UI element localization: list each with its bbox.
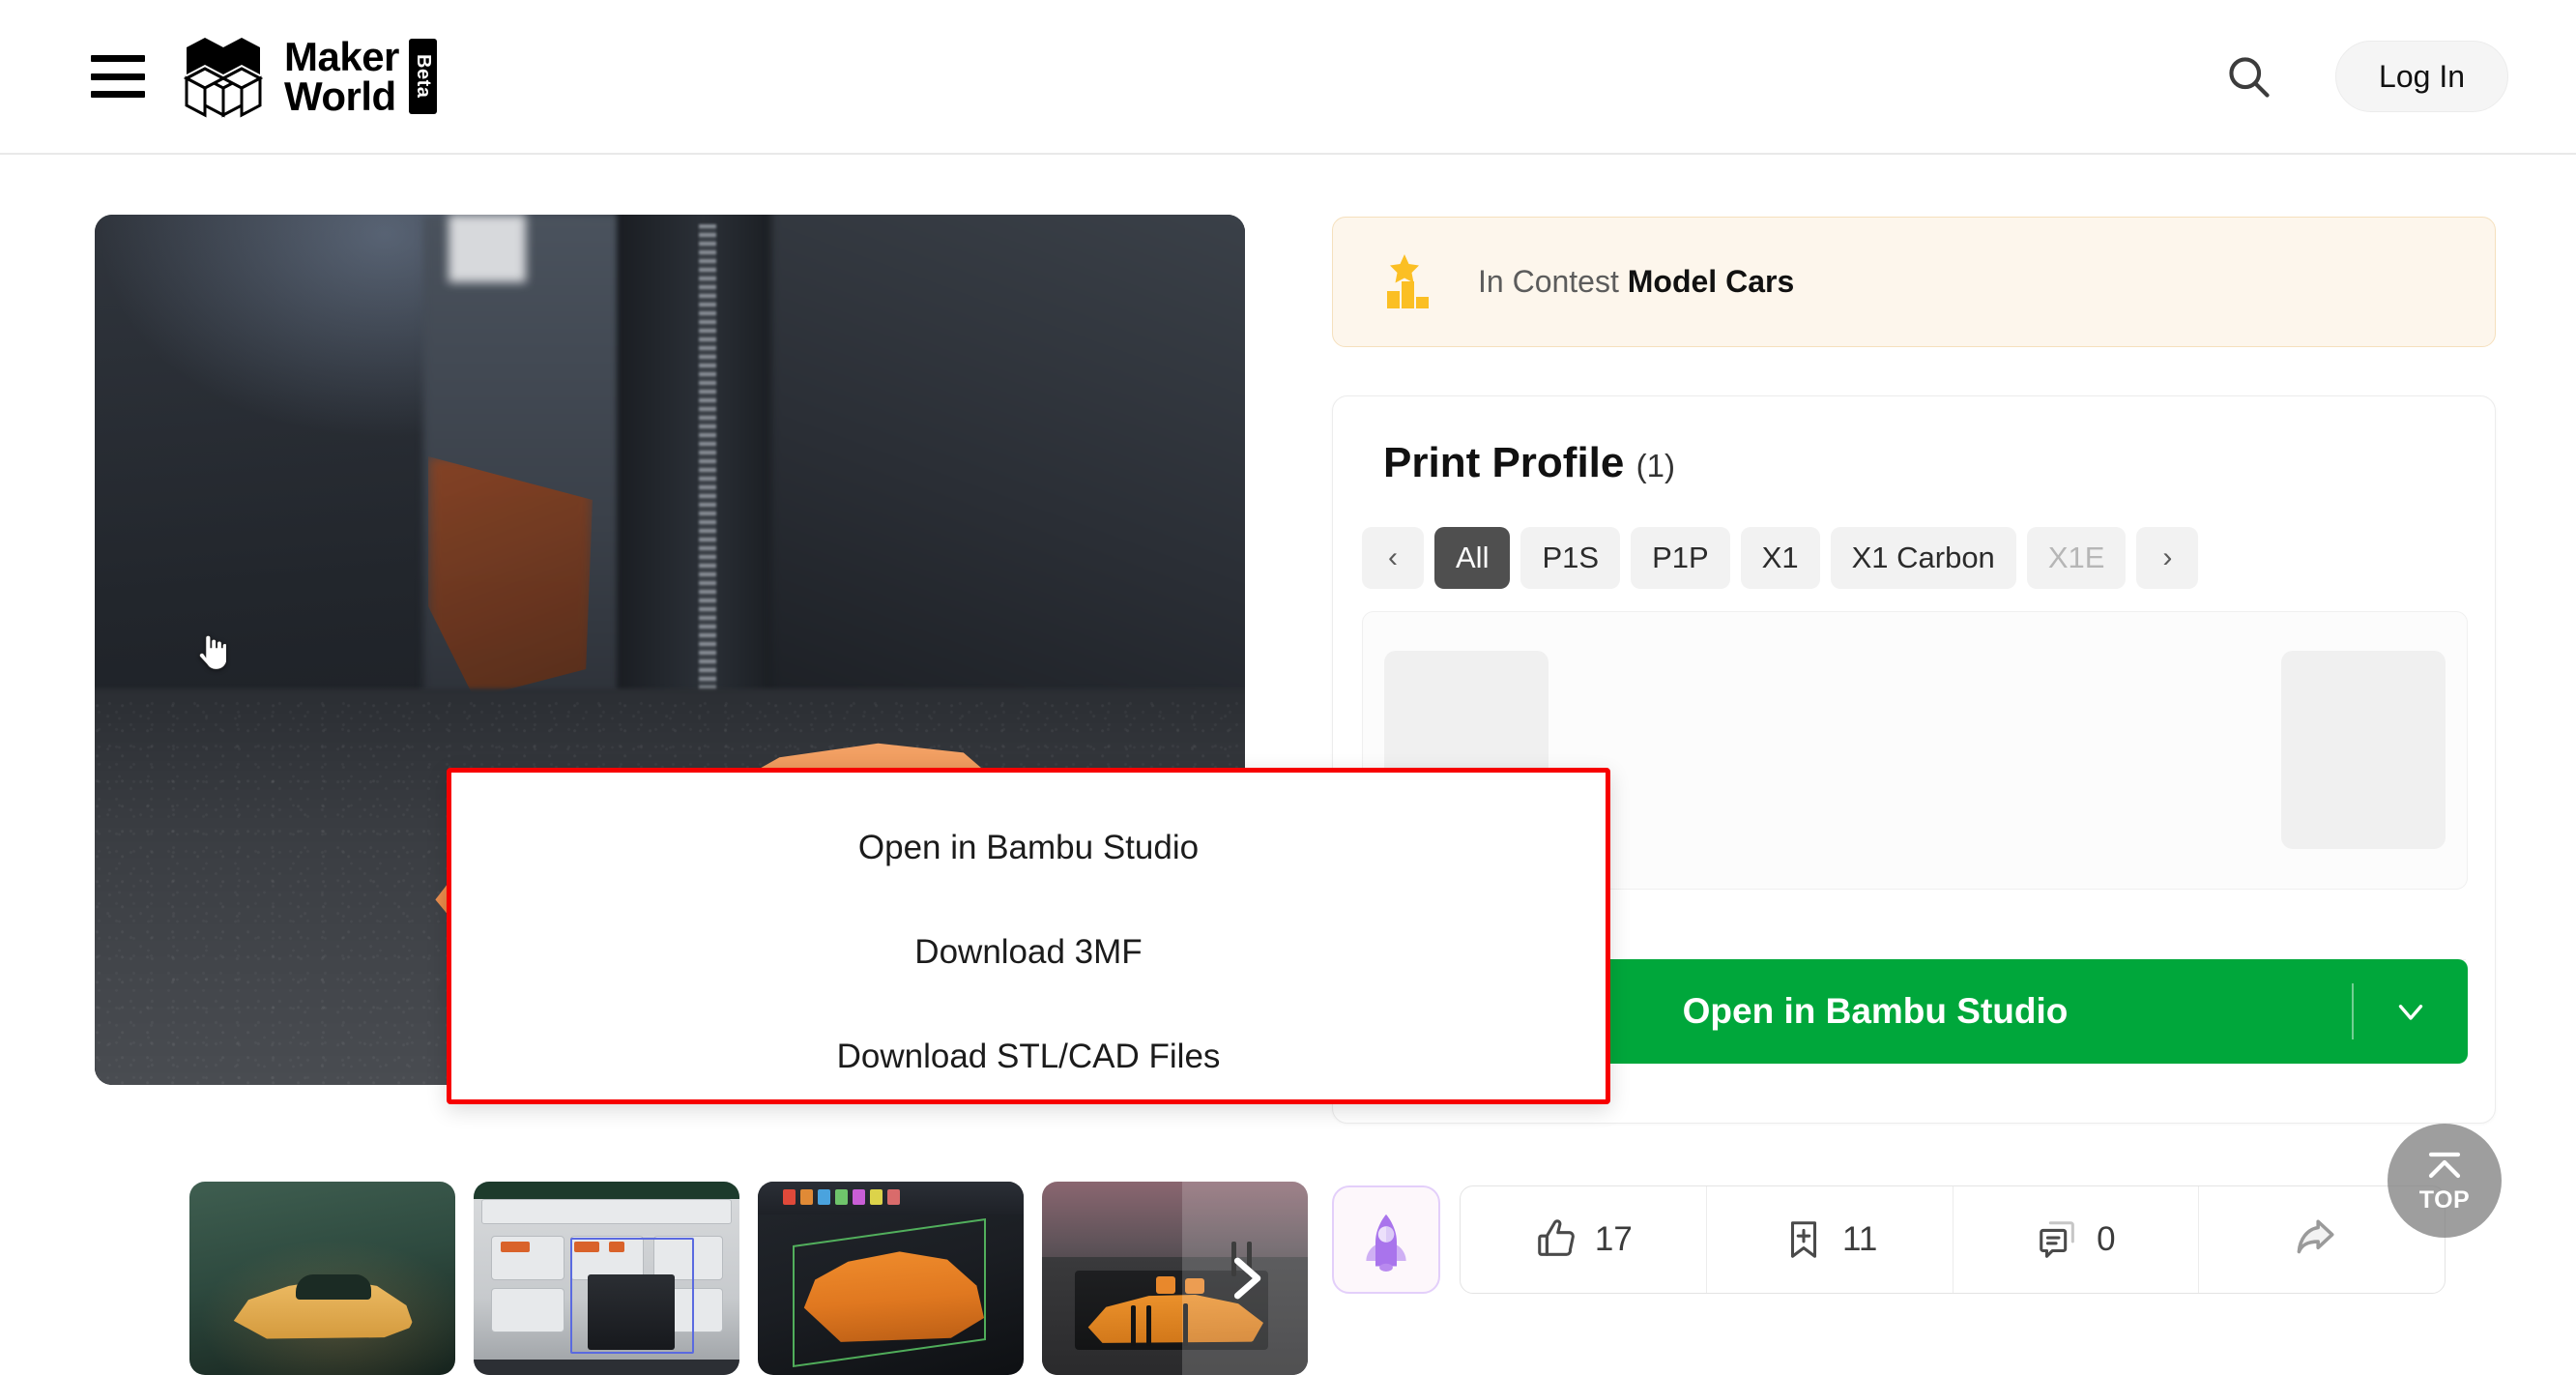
contest-name: Model Cars xyxy=(1627,264,1795,299)
collect-stat[interactable]: 11 xyxy=(1707,1186,1954,1293)
filter-prev-button[interactable]: ‹ xyxy=(1362,527,1424,589)
site-header: Maker World Beta Log In xyxy=(0,0,2576,155)
bookmark-plus-icon xyxy=(1790,1221,1816,1258)
thumb4-part xyxy=(1156,1276,1175,1294)
comment-stat[interactable]: 0 xyxy=(1954,1186,2200,1293)
like-stat[interactable]: 17 xyxy=(1461,1186,1707,1293)
header-actions: Log In xyxy=(2221,41,2508,112)
hamburger-bar xyxy=(91,55,145,62)
like-count: 17 xyxy=(1594,1220,1633,1258)
thumb3-tool-chip xyxy=(853,1189,865,1205)
filter-tab-p1s[interactable]: P1S xyxy=(1520,527,1621,589)
printer-white-card xyxy=(449,215,526,282)
brand-line-1: Maker xyxy=(284,33,399,79)
thumbnail-strip xyxy=(189,1182,1308,1375)
print-profile-title: Print Profile xyxy=(1383,439,1625,486)
back-to-top-label: TOP xyxy=(2418,1186,2471,1214)
chevron-down-icon xyxy=(2398,1005,2423,1020)
print-profile-count: (1) xyxy=(1635,448,1675,483)
filter-tab-x1-carbon[interactable]: X1 Carbon xyxy=(1830,527,2016,589)
contest-banner[interactable]: In Contest Model Cars xyxy=(1332,217,2496,347)
share-icon xyxy=(2297,1219,2334,1254)
printer-lead-screw xyxy=(699,224,716,727)
makerworld-cube-icon xyxy=(184,38,264,118)
collect-count: 11 xyxy=(1841,1220,1878,1258)
thumb3-tool-chip xyxy=(783,1189,796,1205)
brand-logo[interactable]: Maker World Beta xyxy=(184,34,437,119)
chevron-up-bar-icon xyxy=(2428,1152,2461,1179)
thumb1-windshield xyxy=(296,1274,371,1300)
thumbnail-item-4[interactable] xyxy=(1042,1182,1308,1375)
print-profile-heading: Print Profile (1) xyxy=(1383,439,1675,487)
profile-meta-placeholder xyxy=(2281,651,2446,849)
thumb3-tool-chip xyxy=(835,1189,848,1205)
dropdown-item-download-3mf[interactable]: Download 3MF xyxy=(451,910,1606,995)
brand-wordmark: Maker World Beta xyxy=(284,33,437,119)
hamburger-menu-icon[interactable] xyxy=(91,55,145,98)
search-icon[interactable] xyxy=(2221,49,2275,103)
thumb3-tool-chip xyxy=(887,1189,900,1205)
thumb2-part xyxy=(501,1242,530,1252)
thumbs-up-icon xyxy=(1538,1219,1575,1256)
contest-prefix: In Contest xyxy=(1478,264,1619,299)
thumb2-plate xyxy=(491,1288,564,1332)
gallery-next-button[interactable] xyxy=(1182,1182,1308,1375)
thumb4-support xyxy=(1146,1305,1151,1346)
thumb2-toolbar xyxy=(481,1199,732,1224)
back-to-top-button[interactable]: TOP xyxy=(2388,1124,2502,1238)
page-body: GT40 xyxy=(0,157,2576,1375)
thumb2-taskbar xyxy=(474,1360,739,1375)
thumb3-tool-chip xyxy=(800,1189,813,1205)
podium-star-icon xyxy=(1387,253,1429,308)
boost-button[interactable] xyxy=(1332,1185,1440,1294)
download-options-dropdown: Open in Bambu Studio Download 3MF Downlo… xyxy=(447,768,1610,1104)
cta-dropdown-toggle[interactable] xyxy=(2354,991,2468,1032)
engagement-stats-bar: 17 11 0 xyxy=(1332,1185,2446,1294)
printer-filter-tabs: ‹ All P1S P1P X1 X1 Carbon X1E › xyxy=(1362,527,2199,589)
thumb2-titlebar xyxy=(474,1182,739,1199)
thumbnail-item-2[interactable] xyxy=(474,1182,739,1375)
dropdown-item-download-stl-cad[interactable]: Download STL/CAD Files xyxy=(451,1014,1606,1099)
thumbnail-item-1[interactable] xyxy=(189,1182,455,1375)
filter-next-button[interactable]: › xyxy=(2136,527,2199,589)
printer-right-wall xyxy=(771,215,1245,746)
search-glyph xyxy=(2229,57,2270,98)
beta-badge: Beta xyxy=(408,39,437,114)
thumbnail-item-3[interactable] xyxy=(758,1182,1024,1375)
contest-text: In Contest Model Cars xyxy=(1478,264,1794,300)
dropdown-item-open-in-bambu-studio[interactable]: Open in Bambu Studio xyxy=(451,805,1606,891)
comment-count: 0 xyxy=(2097,1220,2116,1258)
thumb4-support xyxy=(1131,1305,1136,1346)
filter-tab-p1p[interactable]: P1P xyxy=(1631,527,1730,589)
rocket-icon xyxy=(1366,1214,1406,1272)
chevron-right-icon xyxy=(1233,1257,1261,1300)
thumb3-tool-chip xyxy=(818,1189,830,1205)
pointing-hand-cursor xyxy=(199,635,226,670)
brand-line-2: World xyxy=(284,73,396,119)
thumb3-tool-chip xyxy=(870,1189,883,1205)
hamburger-bar xyxy=(91,73,145,80)
hamburger-bar xyxy=(91,91,145,98)
filter-tab-x1e[interactable]: X1E xyxy=(2026,527,2127,589)
filter-tab-x1[interactable]: X1 xyxy=(1740,527,1820,589)
thumb2-model xyxy=(588,1274,675,1350)
comment-icon xyxy=(2040,1221,2075,1258)
filter-tab-all[interactable]: All xyxy=(1434,527,1511,589)
stat-group: 17 11 0 xyxy=(1460,1185,2446,1294)
login-button[interactable]: Log In xyxy=(2335,41,2508,112)
